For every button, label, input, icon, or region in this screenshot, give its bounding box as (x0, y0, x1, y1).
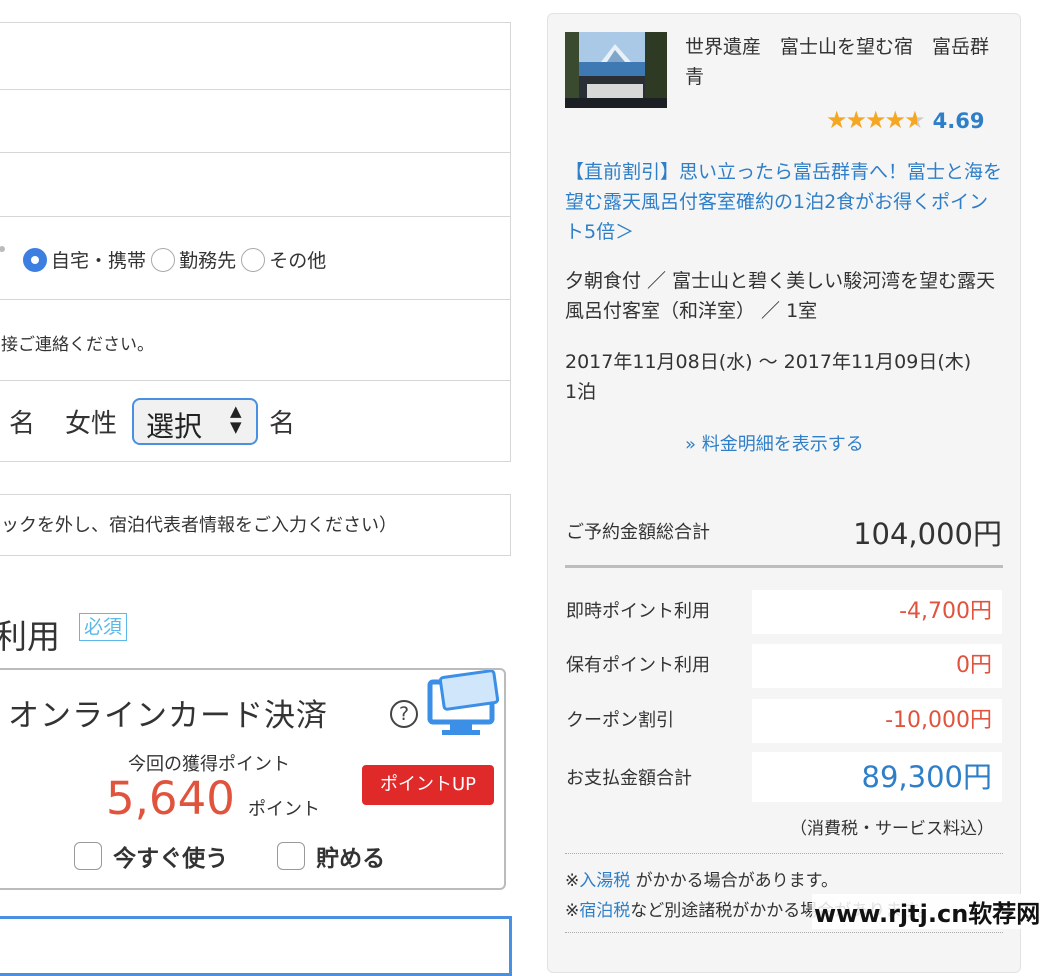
total-value: 104,000円 (853, 517, 1002, 551)
plan-details: 夕朝食付 ／ 富士山と碧く美しい駿河湾を望む露天風呂付客室（和洋室） ／ 1室 (565, 270, 996, 322)
female-select-value: 選択 (146, 410, 203, 443)
coupon-value-box: -10,000円 (752, 699, 1002, 743)
payment-option-card[interactable]: オンラインカード決済 ? 今回の獲得ポイント 5,640 ポイント ポイントUP… (0, 668, 506, 890)
use-now-label: 今すぐ使う (113, 846, 229, 872)
save-points-label: 貯める (316, 846, 386, 872)
save-points-checkbox[interactable]: 貯める (277, 839, 385, 873)
tax-note: （消費税・サービス料込） (790, 819, 994, 839)
total-label: ご予約金額総合計 (566, 522, 710, 543)
star-rating-icon: ★★★★★ (826, 106, 926, 134)
form-row-3 (0, 152, 511, 217)
note-marker: ※ (565, 871, 580, 891)
held-points-value: 0円 (956, 653, 992, 678)
phone-type-other-radio[interactable]: その他 (241, 247, 326, 272)
male-unit: 名 (9, 409, 36, 439)
hotel-thumbnail[interactable] (565, 32, 667, 108)
bath-tax-link[interactable]: 入湯税 (579, 871, 630, 891)
credit-card-icon (427, 670, 500, 735)
select-arrows-icon: ▲ ▼ (230, 402, 242, 436)
phone-type-work-radio[interactable]: 勤務先 (151, 247, 241, 272)
note-marker: ※ (565, 901, 580, 921)
contact-note: 接ご連絡ください。 (1, 335, 154, 355)
help-icon[interactable]: ? (390, 700, 418, 728)
hotel-name[interactable]: 世界遺産 富士山を望む宿 富岳群青 (685, 32, 997, 92)
held-points-label: 保有ポイント利用 (566, 655, 710, 676)
use-now-checkbox[interactable]: 今すぐ使う (74, 839, 228, 873)
section-title: 利用 (0, 617, 60, 656)
stay-dates: 2017年11月08日(水) 〜 2017年11月09日(木) 1泊 (565, 347, 1005, 407)
checkbox-icon[interactable] (74, 842, 102, 870)
representative-note: ックを外し、宿泊代表者情報をご入力ください） (1, 515, 397, 536)
payment-title: オンラインカード決済 (8, 698, 328, 734)
phone-type-other-label: その他 (269, 250, 327, 272)
instant-points-value-box: -4,700円 (752, 590, 1002, 634)
female-count-select[interactable]: 選択 ▲ ▼ (132, 398, 258, 445)
payment-total-label: お支払金額合計 (566, 768, 692, 789)
points-unit: ポイント (248, 799, 320, 820)
female-label: 女性 (65, 409, 118, 439)
instant-points-value: -4,700円 (899, 599, 992, 624)
checkbox-icon[interactable] (277, 842, 305, 870)
note-text: がかかる場合があります。 (630, 871, 838, 891)
nights: 1泊 (565, 381, 597, 403)
contact-note-row: 接ご連絡ください。 (0, 299, 511, 381)
lodging-tax-link[interactable]: 宿泊税 (579, 901, 630, 921)
instant-points-label: 即時ポイント利用 (566, 601, 710, 622)
required-badge: 必須 (79, 613, 128, 641)
coupon-value: -10,000円 (885, 708, 992, 733)
radio-edge (0, 246, 5, 252)
rating: ★★★★★ 4.69 (826, 106, 985, 134)
phone-type-home-label: 自宅・携帯 (51, 250, 147, 272)
female-unit: 名 (269, 409, 296, 439)
payment-total-value: 89,300円 (861, 760, 992, 794)
watermark: www.rjtj.cn软荐网 (812, 894, 1043, 929)
total-divider (565, 565, 1003, 568)
form-row-1 (0, 22, 511, 90)
date-range: 2017年11月08日(水) 〜 2017年11月09日(木) (565, 351, 972, 373)
bath-tax-note: ※入湯税 がかかる場合があります。 (565, 866, 935, 896)
radio-icon[interactable] (241, 247, 266, 272)
notes-divider-bottom (565, 932, 1003, 933)
plan-title-link[interactable]: 【直前割引】思い立ったら富岳群青へ！富士と海を望む露天風呂付客室確約の1泊2食が… (565, 157, 1003, 247)
phone-type-row: 自宅・携帯 勤務先 その他 (0, 216, 511, 300)
held-points-value-box: 0円 (752, 644, 1002, 688)
form-row-2 (0, 89, 511, 153)
notes-divider (565, 853, 1003, 854)
points-value: 5,640 (106, 772, 235, 825)
next-input-box[interactable] (0, 916, 512, 976)
guest-count-row: 名 女性 選択 ▲ ▼ 名 (0, 380, 511, 462)
payment-total-value-box: 89,300円 (752, 752, 1002, 802)
radio-selected-icon[interactable] (23, 247, 47, 272)
coupon-label: クーポン割引 (566, 710, 674, 731)
point-up-badge: ポイントUP (362, 765, 494, 805)
fee-detail-link[interactable]: » 料金明細を表示する (685, 430, 864, 456)
representative-note-row: ックを外し、宿泊代表者情報をご入力ください） (0, 494, 511, 556)
phone-type-home-radio[interactable]: 自宅・携帯 (23, 247, 151, 272)
radio-icon[interactable] (151, 247, 176, 272)
phone-type-work-label: 勤務先 (179, 250, 237, 272)
rating-value: 4.69 (932, 109, 985, 133)
